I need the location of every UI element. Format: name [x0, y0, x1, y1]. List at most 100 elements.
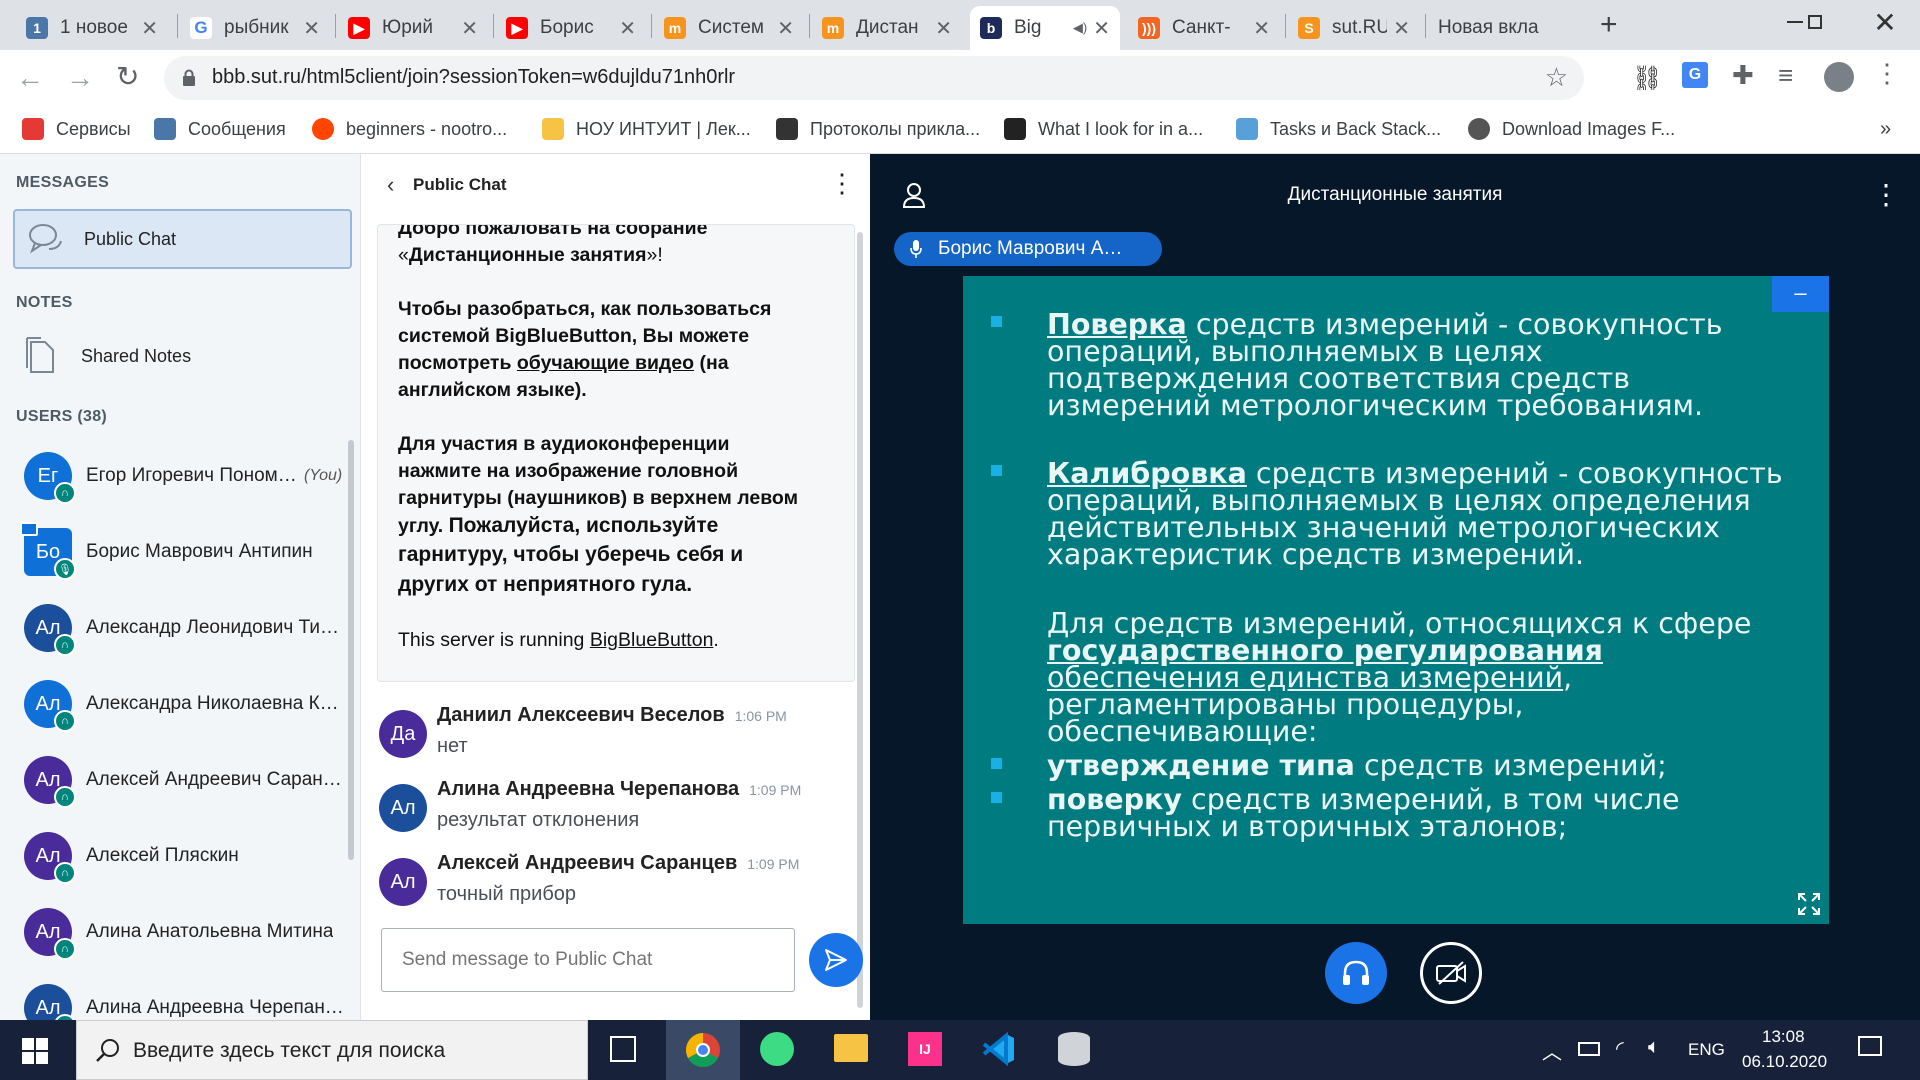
tab-separator — [1425, 14, 1426, 38]
user-list-item[interactable]: Ал ∩ Александр Леонидович Тит… — [24, 598, 354, 658]
vscode-taskbar-icon[interactable] — [982, 1031, 1016, 1067]
browser-tab[interactable]: b Big ◀) ✕ — [970, 6, 1120, 50]
avatar-initials: Да — [390, 722, 416, 745]
user-list-item[interactable]: Ал∩ Алина Андреевна Черепан… — [24, 978, 354, 1020]
browser-tab[interactable]: m Дистан ✕ — [812, 6, 962, 50]
bookmark-item[interactable]: Протоколы прикла... — [776, 118, 980, 140]
bookmark-item[interactable]: beginners - nootro... — [312, 118, 507, 140]
chat-title: Public Chat — [413, 175, 507, 194]
shared-notes-item[interactable]: Shared Notes — [13, 326, 352, 386]
clock-time[interactable]: 13:08 — [1762, 1027, 1805, 1047]
close-window-button[interactable]: ✕ — [1860, 0, 1910, 44]
windows-start-button[interactable] — [22, 1038, 48, 1069]
address-bar[interactable]: bbb.sut.ru/html5client/join?sessionToken… — [164, 56, 1584, 100]
bookmark-star-icon[interactable]: ☆ — [1545, 62, 1568, 93]
browser-tab[interactable]: m Систем ✕ — [654, 6, 804, 50]
volume-icon[interactable]: 🔈︎ — [1648, 1036, 1660, 1059]
bookmark-item[interactable]: Tasks и Back Stack... — [1236, 118, 1441, 140]
new-tab-button[interactable]: + — [1600, 8, 1618, 42]
user-list-item[interactable]: Ег ∩ Егор Игоревич Понома… (You) — [24, 446, 354, 506]
browser-tab[interactable]: Ssut.RU ✕ — [1288, 6, 1420, 50]
restore-window-button[interactable] — [1790, 0, 1840, 44]
close-tab-icon[interactable]: ✕ — [1393, 16, 1410, 41]
close-tab-icon[interactable]: ✕ — [619, 16, 636, 41]
input-language[interactable]: ENG — [1688, 1040, 1725, 1060]
bookmark-label: Tasks и Back Stack... — [1270, 118, 1442, 139]
link-icon[interactable]: ⛓ — [1632, 64, 1662, 93]
close-tab-icon[interactable]: ✕ — [303, 16, 320, 41]
user-list-item[interactable]: Бо 🎙︎ Борис Маврович Антипин — [20, 522, 354, 582]
tab-separator — [809, 14, 810, 38]
file-explorer-taskbar-icon[interactable] — [834, 1034, 868, 1062]
close-tab-icon[interactable]: ✕ — [1253, 16, 1270, 41]
chat-panel: ‹ Public Chat ⋮ Добро пожаловать на собр… — [360, 154, 870, 1020]
chat-message-time: 1:06 PM — [734, 708, 787, 724]
translate-icon[interactable]: G — [1682, 62, 1708, 88]
user-list-scrollbar[interactable] — [348, 440, 354, 860]
fullscreen-button[interactable] — [1793, 888, 1825, 920]
bookmark-item[interactable]: НОУ ИНТУИТ | Лек... — [542, 118, 751, 140]
android-studio-taskbar-icon[interactable] — [760, 1032, 794, 1066]
term-type-approval: утверждение типа — [1047, 749, 1355, 782]
action-center-icon[interactable] — [1858, 1036, 1882, 1056]
bigbluebutton-link[interactable]: BigBlueButton — [590, 629, 714, 651]
chat-message-input[interactable] — [381, 928, 795, 992]
browser-tab[interactable]: ▶ Борис ✕ — [496, 6, 646, 50]
chat-options-kebab-icon[interactable]: ⋮ — [829, 168, 855, 199]
browser-tab[interactable]: ))) Санкт- ✕ — [1128, 6, 1280, 50]
close-tab-icon[interactable]: ✕ — [1093, 16, 1110, 41]
tutorial-video-link[interactable]: обучающие видео — [517, 352, 694, 374]
user-list-item[interactable]: Ал ∩ Александра Николаевна К… — [24, 674, 354, 734]
bullet-1 — [991, 316, 1002, 327]
listen-only-headphones-icon: ∩ — [54, 786, 76, 808]
user-list-item[interactable]: Ал ∩ Алексей Пляскин — [24, 826, 354, 886]
intellij-taskbar-icon[interactable]: IJ — [908, 1032, 942, 1066]
battery-icon[interactable] — [1578, 1042, 1600, 1056]
youtube-icon: ▶ — [348, 17, 370, 39]
vk-icon: 1 — [26, 17, 48, 39]
extensions-puzzle-icon[interactable]: ✚ — [1732, 60, 1754, 91]
minimize-presentation-button[interactable]: – — [1772, 276, 1829, 312]
browser-tab[interactable]: Gрыбник ✕ — [180, 6, 330, 50]
clock-date[interactable]: 06.10.2020 — [1742, 1052, 1827, 1072]
close-tab-icon[interactable]: ✕ — [141, 16, 158, 41]
user-list-item[interactable]: Ал ∩ Алексей Андреевич Саран… — [24, 750, 354, 810]
browser-tab[interactable]: 1 1 новое ✕ — [16, 6, 168, 50]
listen-only-headphones-icon: ∩ — [54, 862, 76, 884]
close-tab-icon[interactable]: ✕ — [777, 16, 794, 41]
slide-b4-l1: поверку средств измерений, в том числе — [1047, 785, 1680, 814]
audio-headphones-button[interactable] — [1325, 942, 1387, 1004]
browser-tab[interactable]: ▶ Юрий ✕ — [338, 6, 488, 50]
chrome-taskbar-icon[interactable] — [666, 1020, 740, 1080]
close-tab-icon[interactable]: ✕ — [461, 16, 478, 41]
chat-scrollbar[interactable] — [857, 232, 863, 1008]
bookmark-label: beginners - nootro... — [346, 118, 508, 139]
task-view-icon[interactable] — [610, 1036, 636, 1062]
tab-audio-playing-icon[interactable]: ◀) — [1073, 20, 1087, 36]
chat-back-button[interactable]: ‹ — [387, 172, 394, 198]
database-taskbar-icon[interactable] — [1058, 1032, 1090, 1066]
bookmark-item[interactable]: Сообщения — [154, 118, 286, 140]
forward-button[interactable]: → — [66, 62, 94, 94]
bookmark-item[interactable]: Сервисы — [22, 118, 131, 140]
reload-button[interactable]: ↻ — [116, 60, 139, 93]
wifi-icon[interactable]: ◜ — [1616, 1036, 1624, 1061]
more-bookmarks-chevron[interactable]: » — [1880, 118, 1891, 141]
profile-avatar[interactable] — [1824, 62, 1854, 92]
bookmark-item[interactable]: What I look for in a... — [1004, 118, 1203, 140]
public-chat-item[interactable]: Public Chat — [13, 209, 352, 269]
browser-menu-kebab-icon[interactable]: ⋮ — [1874, 58, 1900, 89]
meeting-options-kebab-icon[interactable]: ⋮ — [1872, 178, 1900, 211]
presentation-slide: – Поверка средств измерений - совокупнос… — [963, 276, 1829, 924]
media-queue-icon[interactable]: ≡ — [1778, 60, 1793, 91]
share-webcam-button[interactable] — [1420, 942, 1482, 1004]
browser-tab-label: sut.RU — [1332, 17, 1388, 38]
bookmark-item[interactable]: Download Images F... — [1468, 118, 1675, 140]
close-tab-icon[interactable]: ✕ — [935, 16, 952, 41]
back-button[interactable]: ← — [16, 62, 44, 94]
taskbar-search-box[interactable]: Введите здесь текст для поиска — [76, 1020, 588, 1080]
send-message-button[interactable] — [809, 933, 863, 987]
user-list-item[interactable]: Ал ∩ Алина Анатольевна Митина — [24, 902, 354, 962]
browser-tab[interactable]: Новая вкла — [1428, 6, 1576, 50]
show-hidden-icons-chevron[interactable]: ︿ — [1542, 1036, 1562, 1065]
